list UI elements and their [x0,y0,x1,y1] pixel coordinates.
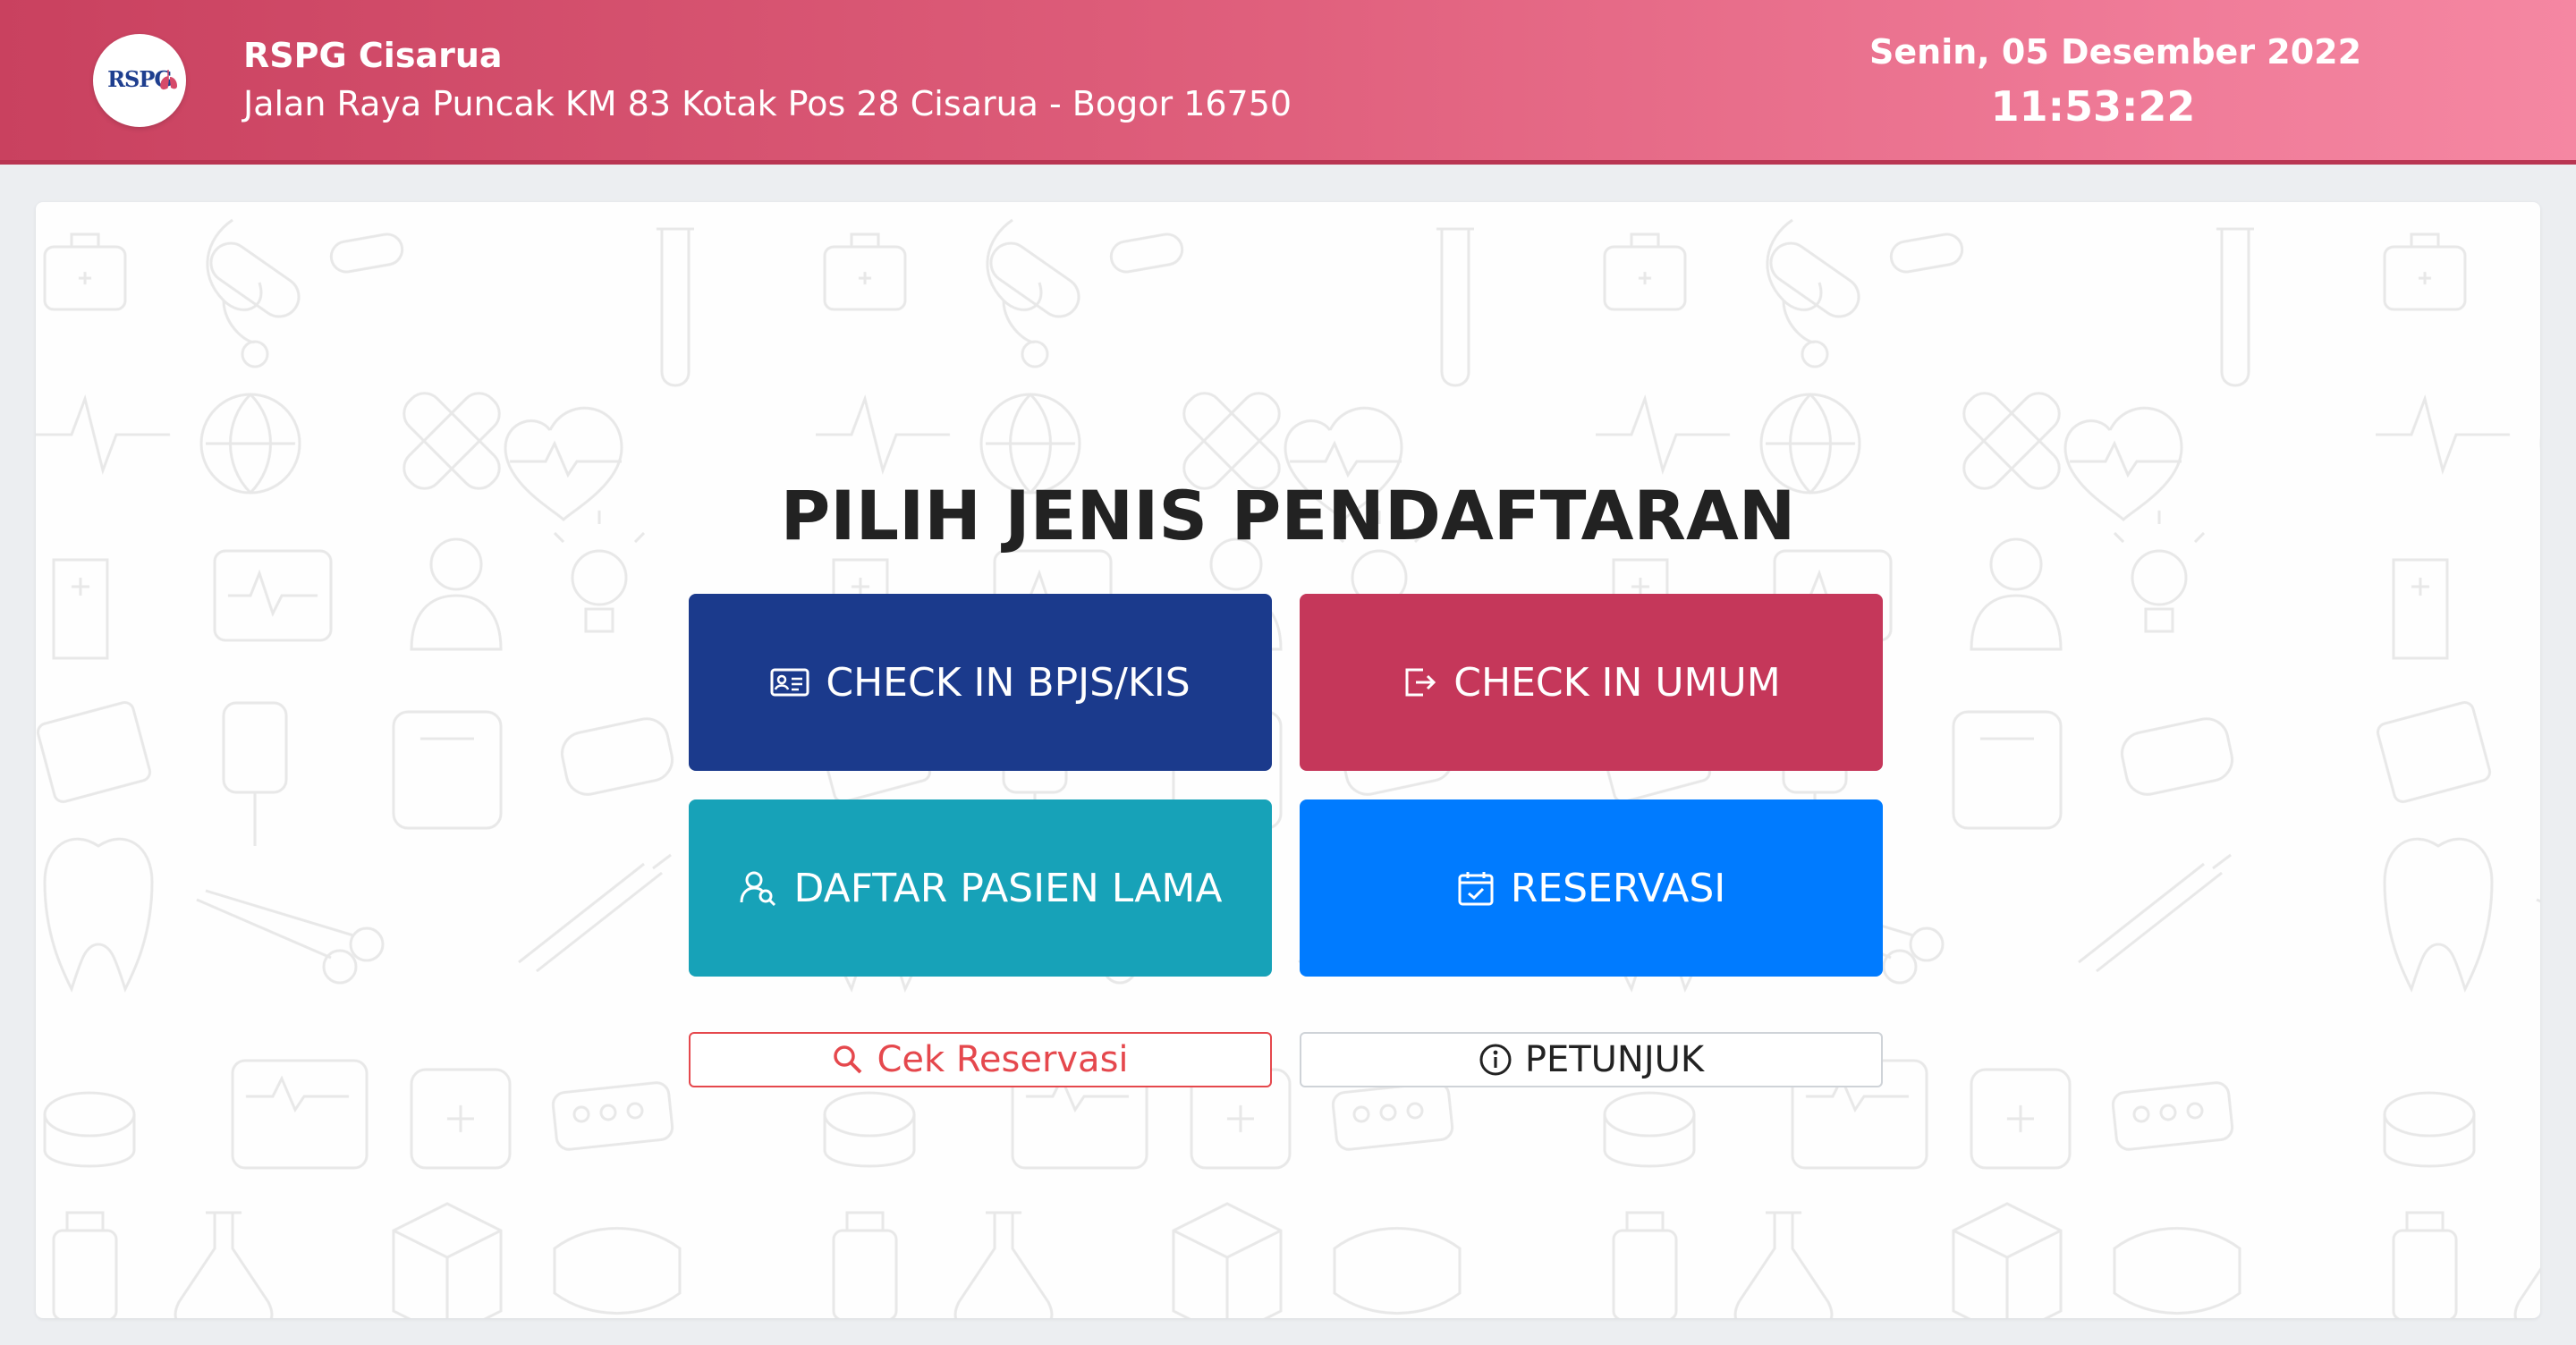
daftar-pasien-lama-button[interactable]: DAFTAR PASIEN LAMA [689,799,1272,977]
hospital-address: Jalan Raya Puncak KM 83 Kotak Pos 28 Cis… [243,84,1292,123]
cek-reservasi-button[interactable]: Cek Reservasi [689,1032,1272,1087]
petunjuk-button[interactable]: PETUNJUK [1300,1032,1883,1087]
hospital-name: RSPG Cisarua [243,36,503,75]
cek-reservasi-label: Cek Reservasi [877,1039,1129,1080]
checkin-bpjs-button[interactable]: CHECK IN BPJS/KIS [689,594,1272,771]
main-panel: PILIH JENIS PENDAFTARAN CHECK IN BPJS/KI… [36,202,2540,1318]
hospital-logo: RSPG [93,34,186,127]
page-title: PILIH JENIS PENDAFTARAN [780,476,1796,555]
checkin-umum-label: CHECK IN UMUM [1453,659,1781,706]
medical-pattern-background [36,202,2540,1318]
reservasi-button[interactable]: RESERVASI [1300,799,1883,977]
petunjuk-label: PETUNJUK [1524,1039,1705,1080]
reservasi-label: RESERVASI [1510,865,1726,911]
info-circle-icon [1479,1044,1512,1076]
person-search-icon [740,871,775,907]
checkin-bpjs-label: CHECK IN BPJS/KIS [826,659,1191,706]
daftar-pasien-lama-label: DAFTAR PASIEN LAMA [793,865,1223,911]
id-card-icon [770,668,809,697]
current-time: 11:53:22 [1990,82,2196,131]
calendar-check-icon [1458,872,1494,906]
top-header: RSPG RSPG Cisarua Jalan Raya Puncak KM 8… [0,0,2576,165]
checkin-umum-button[interactable]: CHECK IN UMUM [1300,594,1883,771]
search-icon [834,1045,862,1074]
current-date: Senin, 05 Desember 2022 [1869,32,2362,72]
box-arrow-right-icon [1405,668,1436,697]
lungs-icon [160,70,177,90]
